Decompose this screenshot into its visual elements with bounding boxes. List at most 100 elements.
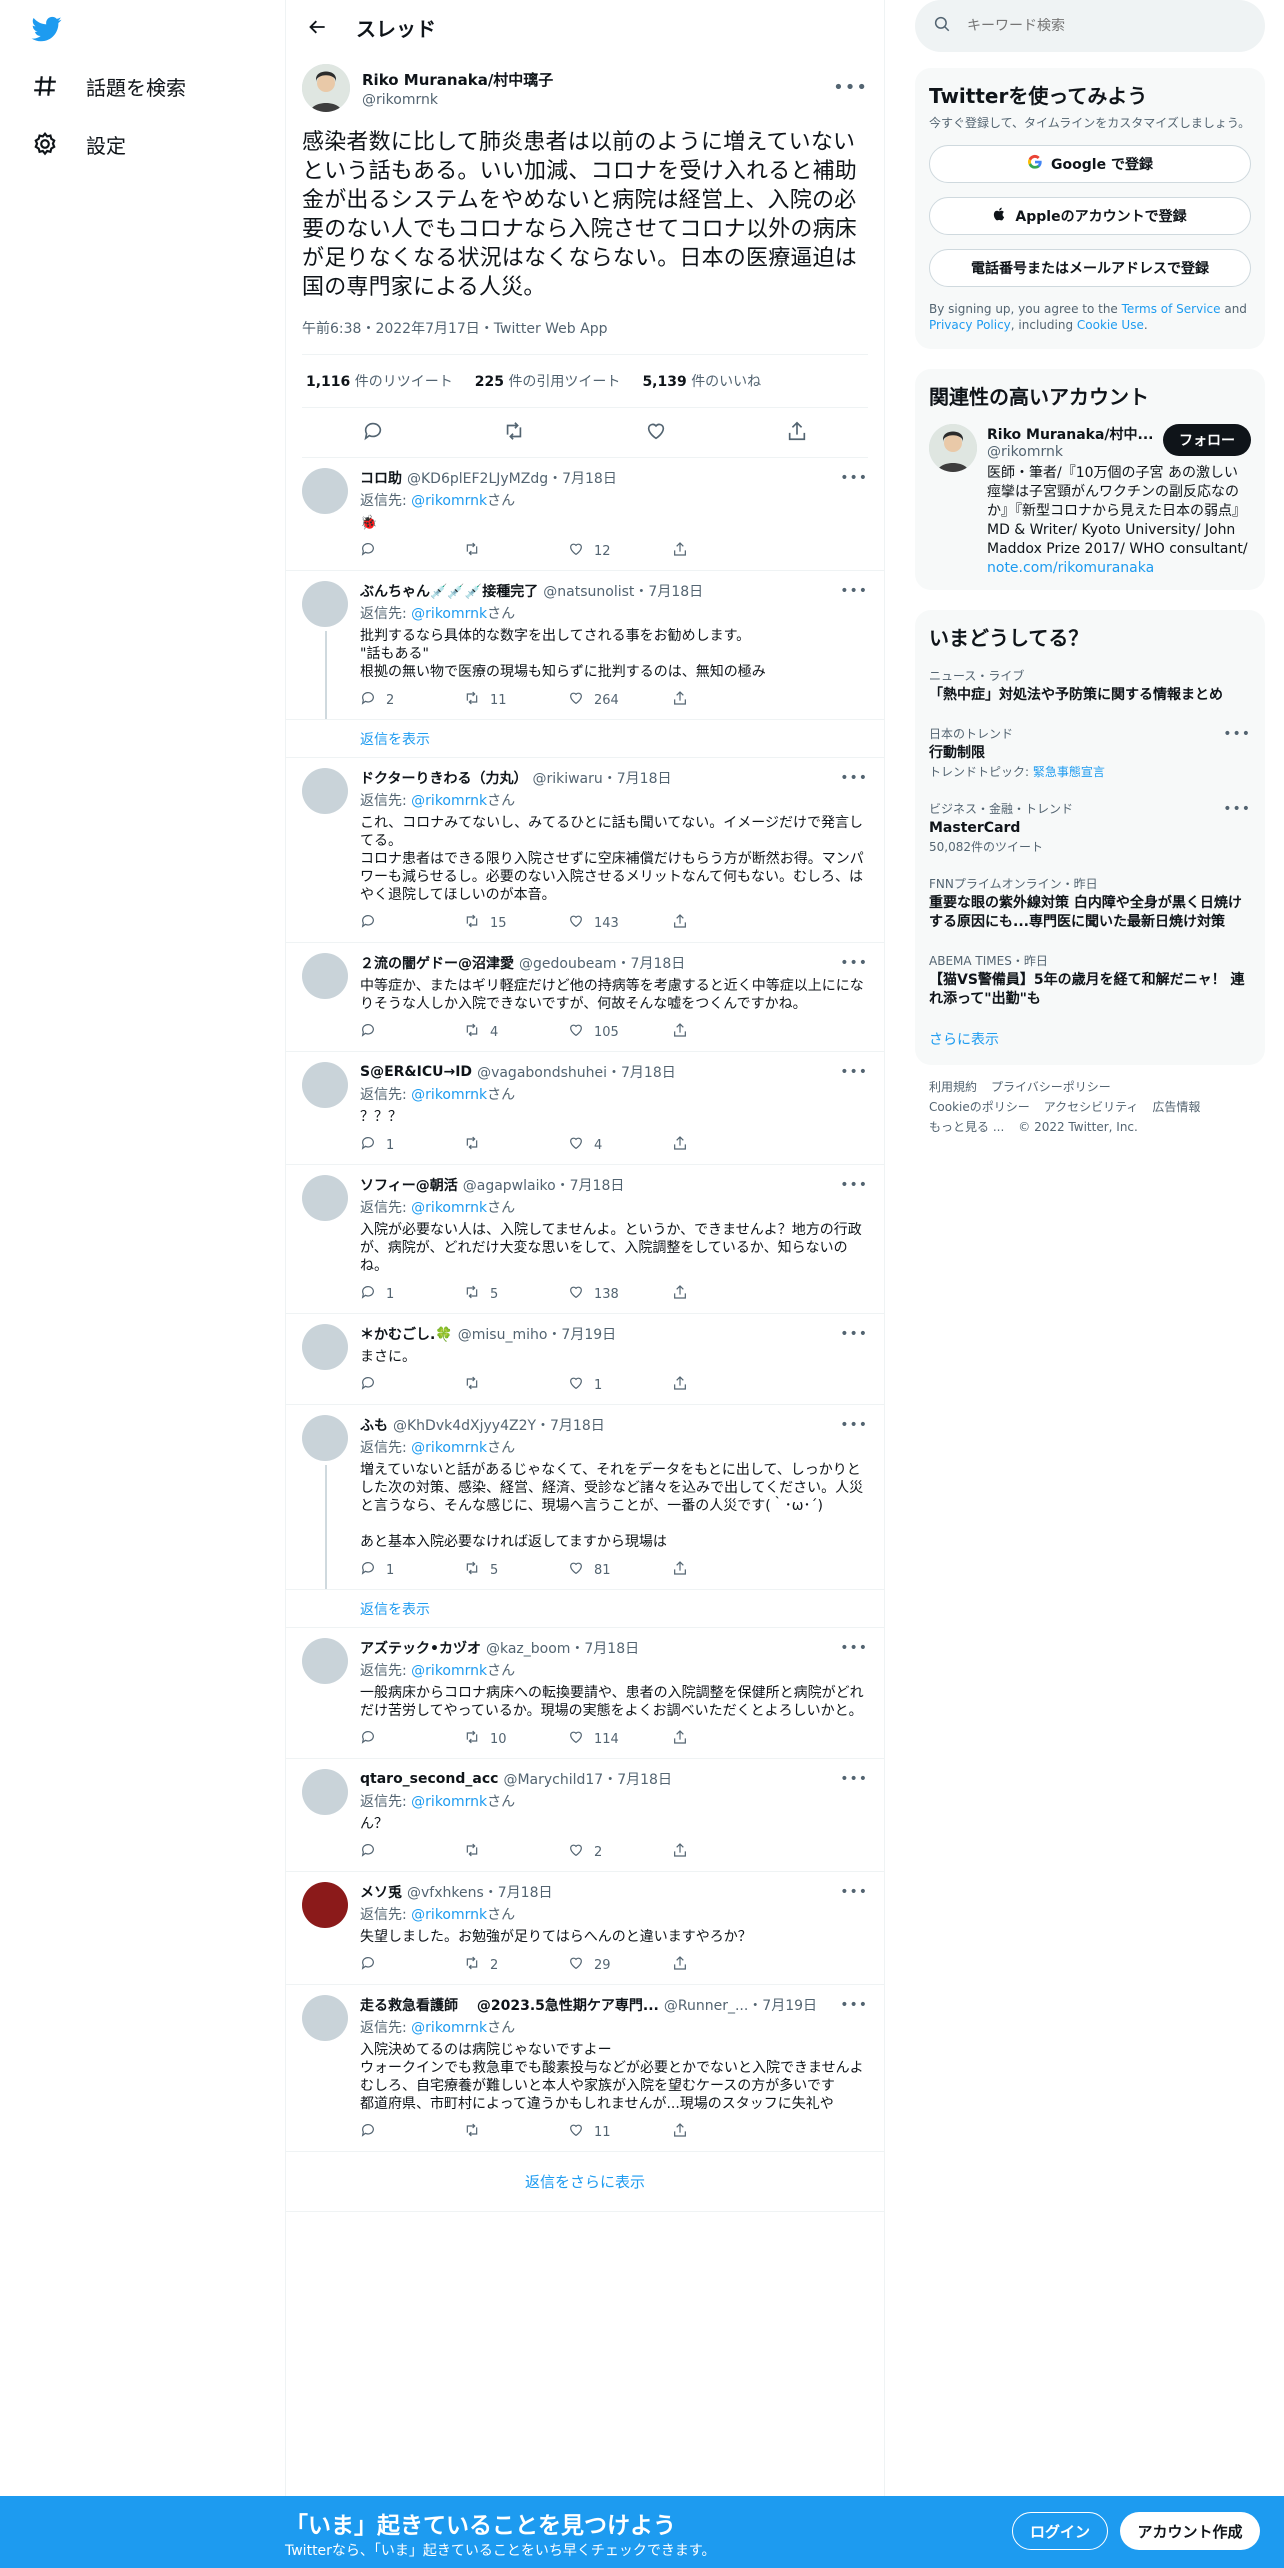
reply-avatar[interactable] — [302, 1638, 348, 1684]
reply-meta[interactable]: @misu_miho・7月19日 — [458, 1324, 616, 1344]
trend-item[interactable]: FNNプライムオンライン・昨日 重要な眼の紫外線対策 白内障や全身が黒く日焼けする… — [929, 865, 1251, 942]
reply-to-handle[interactable]: @rikomrnk — [411, 1907, 487, 1923]
reply-avatar[interactable] — [302, 1769, 348, 1815]
share-button[interactable] — [672, 690, 776, 710]
share-button[interactable] — [672, 1955, 776, 1975]
more-options-icon[interactable]: ••• — [840, 471, 868, 485]
reply-meta[interactable]: @rikiwaru・7月18日 — [532, 768, 671, 788]
privacy-link[interactable]: Privacy Policy — [929, 318, 1011, 332]
reply-tweet[interactable]: メソ兎 @vfxhkens・7月18日 ••• 返信先: @rikomrnkさん 失望し… — [286, 1872, 884, 1985]
retweet-button[interactable] — [464, 541, 568, 561]
reply-tweet[interactable]: ソフィー@朝活 @agapwlaiko・7月18日 ••• 返信先: @rikomrn… — [286, 1165, 884, 1314]
share-button[interactable] — [672, 1729, 776, 1749]
reply-to-handle[interactable]: @rikomrnk — [411, 793, 487, 809]
reply-button[interactable] — [360, 1729, 464, 1749]
reply-to-handle[interactable]: @rikomrnk — [411, 1440, 487, 1456]
retweet-icon[interactable] — [503, 420, 525, 446]
relevant-avatar[interactable] — [929, 424, 977, 472]
apple-signup-button[interactable]: Appleのアカウントで登録 — [929, 197, 1251, 235]
reply-meta[interactable]: @agapwlaiko・7月18日 — [463, 1175, 625, 1195]
reply-button[interactable]: 1 — [360, 1135, 464, 1155]
reply-avatar[interactable] — [302, 468, 348, 514]
reply-author-name[interactable]: ぶんちゃん💉💉💉接種完了 — [360, 581, 538, 601]
reply-author-name[interactable]: アズテック•カヅオ — [360, 1638, 481, 1658]
more-options-icon[interactable]: ••• — [1223, 727, 1251, 741]
like-button[interactable]: 138 — [568, 1284, 672, 1304]
reply-author-name[interactable]: S@ER&ICU→ID — [360, 1064, 472, 1080]
reply-author-name[interactable]: 走る救急看護師 @2023.5急性期ケア専門... — [360, 1995, 659, 2015]
reply-meta[interactable]: @gedoubeam・7月18日 — [519, 953, 685, 973]
reply-to-handle[interactable]: @rikomrnk — [411, 2020, 487, 2036]
back-arrow-icon[interactable] — [300, 9, 336, 45]
trend-item[interactable]: 日本のトレンド 行動制限 トレンドトピック: 緊急事態宣言 ••• — [929, 715, 1251, 790]
reply-author-name[interactable]: メソ兎 — [360, 1882, 402, 1902]
like-button[interactable]: 2 — [568, 1842, 672, 1862]
reply-author-name[interactable]: ドクターりきわる（力丸） — [360, 768, 527, 788]
reply-avatar[interactable] — [302, 768, 348, 814]
footer-cookie-link[interactable]: Cookieのポリシー — [929, 1100, 1030, 1114]
share-icon[interactable] — [786, 420, 808, 446]
nav-explore[interactable]: 話題を検索 — [30, 66, 186, 106]
reply-author-name[interactable]: ２流の闇ゲドー@沼津愛 — [360, 953, 514, 973]
reply-button[interactable] — [360, 913, 464, 933]
more-options-icon[interactable]: ••• — [840, 771, 868, 785]
reply-meta[interactable]: @kaz_boom・7月18日 — [486, 1638, 639, 1658]
reply-avatar[interactable] — [302, 1175, 348, 1221]
search-bar[interactable] — [915, 0, 1265, 52]
reply-button[interactable] — [360, 1842, 464, 1862]
reply-avatar[interactable] — [302, 581, 348, 627]
cookie-link[interactable]: Cookie Use — [1077, 318, 1144, 332]
share-button[interactable] — [672, 1284, 776, 1304]
reply-meta[interactable]: @Marychild17・7月18日 — [503, 1769, 671, 1789]
reply-tweet[interactable]: ２流の闇ゲドー@沼津愛 @gedoubeam・7月18日 ••• 中等症か、またはギリ… — [286, 943, 884, 1052]
reply-button[interactable] — [360, 541, 464, 561]
reply-meta[interactable]: @vfxhkens・7月18日 — [407, 1882, 552, 1902]
reply-tweet[interactable]: S@ER&ICU→ID @vagabondshuhei・7月18日 ••• 返信先: … — [286, 1052, 884, 1165]
twitter-logo-icon[interactable] — [30, 14, 64, 44]
phone-email-signup-button[interactable]: 電話番号またはメールアドレスで登録 — [929, 249, 1251, 287]
more-options-icon[interactable]: ••• — [840, 1641, 868, 1655]
more-options-icon[interactable]: ••• — [833, 79, 868, 97]
reply-tweet[interactable]: qtaro_second_acc @Marychild17・7月18日 ••• 返信先… — [286, 1759, 884, 1872]
trend-item[interactable]: ABEMA TIMES・昨日 【猫VS警備員】5年の歳月を経て和解だニャ！ 連れ添… — [929, 942, 1251, 1019]
reply-tweet[interactable]: ＊かむごし.🍀 @misu_miho・7月19日 ••• まさに。 1 — [286, 1314, 884, 1405]
retweet-button[interactable] — [464, 1135, 568, 1155]
relevant-name[interactable]: Riko Muranaka/村中... — [987, 424, 1163, 444]
reply-to-handle[interactable]: @rikomrnk — [411, 493, 487, 509]
like-count-link[interactable]: 5,139 件のいいね — [642, 371, 761, 391]
reply-button[interactable] — [360, 1022, 464, 1042]
retweet-button[interactable] — [464, 2122, 568, 2142]
reply-author-name[interactable]: ふも — [360, 1415, 388, 1435]
trend-item[interactable]: ビジネス・金融・トレンド MasterCard 50,082件のツイート ••• — [929, 790, 1251, 865]
retweet-button[interactable]: 5 — [464, 1284, 568, 1304]
like-icon[interactable] — [645, 420, 667, 446]
retweet-button[interactable]: 4 — [464, 1022, 568, 1042]
share-button[interactable] — [672, 2122, 776, 2142]
reply-avatar[interactable] — [302, 1324, 348, 1370]
like-button[interactable]: 29 — [568, 1955, 672, 1975]
follow-button[interactable]: フォロー — [1163, 424, 1251, 456]
reply-to-handle[interactable]: @rikomrnk — [411, 1663, 487, 1679]
reply-to-handle[interactable]: @rikomrnk — [411, 1794, 487, 1810]
reply-icon[interactable] — [362, 420, 384, 446]
more-options-icon[interactable]: ••• — [840, 956, 868, 970]
reply-author-name[interactable]: ＊かむごし.🍀 — [360, 1324, 453, 1344]
footer-ads-link[interactable]: 広告情報 — [1152, 1100, 1200, 1114]
relevant-account[interactable]: Riko Muranaka/村中... @rikomrnk フォロー 医師・筆者… — [929, 424, 1251, 578]
footer-privacy-link[interactable]: プライバシーポリシー — [991, 1080, 1111, 1094]
footer-accessibility-link[interactable]: アクセシビリティ — [1044, 1100, 1139, 1114]
reply-author-name[interactable]: qtaro_second_acc — [360, 1771, 498, 1787]
retweet-count-link[interactable]: 1,116 件のリツイート — [306, 371, 453, 391]
google-signup-button[interactable]: Google で登録 — [929, 145, 1251, 183]
search-input[interactable] — [967, 18, 1207, 34]
retweet-button[interactable]: 10 — [464, 1729, 568, 1749]
reply-button[interactable] — [360, 1375, 464, 1395]
like-button[interactable]: 12 — [568, 541, 672, 561]
more-options-icon[interactable]: ••• — [840, 1178, 868, 1192]
login-button[interactable]: ログイン — [1012, 2512, 1108, 2550]
like-button[interactable]: 1 — [568, 1375, 672, 1395]
show-more-trends-link[interactable]: さらに表示 — [929, 1019, 1251, 1053]
retweet-button[interactable]: 11 — [464, 690, 568, 710]
show-more-replies-link[interactable]: 返信をさらに表示 — [286, 2152, 884, 2212]
like-button[interactable]: 105 — [568, 1022, 672, 1042]
